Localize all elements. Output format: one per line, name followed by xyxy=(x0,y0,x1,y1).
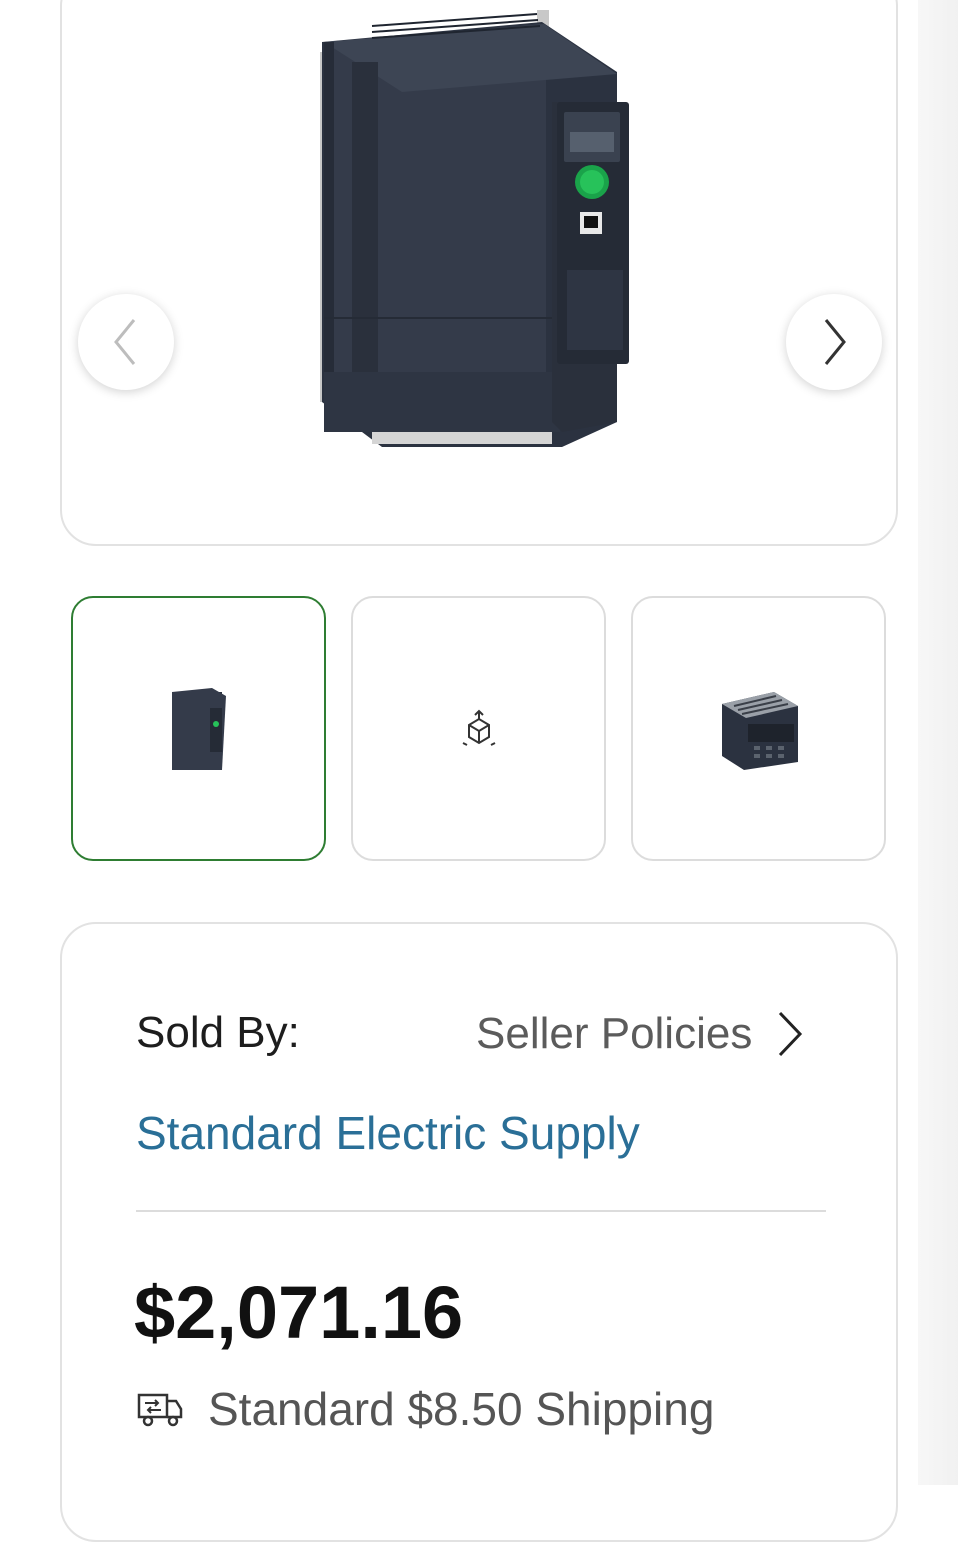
next-image-button[interactable] xyxy=(786,294,882,390)
right-edge-strip xyxy=(918,0,958,1485)
seller-policies-label: Seller Policies xyxy=(476,1009,753,1058)
thumbnail-3d-view[interactable] xyxy=(351,596,606,861)
shipping-info: Standard $8.50 Shipping xyxy=(136,1382,714,1436)
chevron-left-icon xyxy=(114,319,136,365)
previous-image-button[interactable] xyxy=(78,294,174,390)
shipping-text: Standard $8.50 Shipping xyxy=(208,1383,715,1435)
thumbnail-top-view[interactable] xyxy=(631,596,886,861)
drive-front-thumbnail-icon xyxy=(171,687,226,770)
divider xyxy=(136,1210,826,1212)
seller-policies-link[interactable]: Seller Policies xyxy=(476,1004,804,1064)
seller-name-link[interactable]: Standard Electric Supply xyxy=(136,1106,640,1160)
seller-info-card: Sold By: Seller Policies Standard Electr… xyxy=(60,922,898,1542)
product-main-image[interactable] xyxy=(312,2,652,482)
product-price: $2,071.16 xyxy=(134,1271,464,1354)
chevron-right-icon xyxy=(779,1011,803,1057)
delivery-truck-icon xyxy=(137,1393,183,1427)
drive-top-thumbnail-icon xyxy=(721,691,798,770)
thumbnail-front-view[interactable] xyxy=(71,596,326,861)
product-image-gallery xyxy=(60,0,898,546)
3d-view-icon xyxy=(462,709,495,746)
sold-by-label: Sold By: xyxy=(136,1008,300,1057)
chevron-right-icon xyxy=(824,319,846,365)
